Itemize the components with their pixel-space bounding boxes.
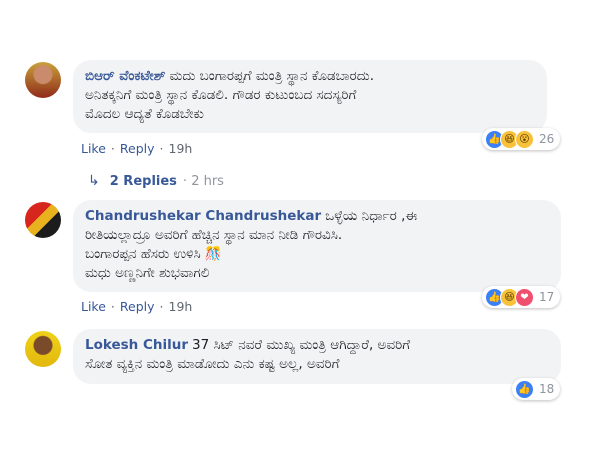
reaction-summary[interactable]: 👍 18 — [512, 378, 561, 400]
reply-arrow-icon: ↳ — [88, 173, 100, 189]
like-button[interactable]: Like — [81, 141, 106, 156]
replies-time: 2 hrs — [191, 174, 224, 189]
comment-bubble: Lokesh Chilur 37 ಸಿಟ್ ನವರೆ ಮುಖ್ಯ ಮಂತ್ರಿ ಆ… — [73, 329, 561, 384]
love-icon: ❤ — [515, 287, 534, 307]
view-replies-link[interactable]: ↳ 2 Replies · 2 hrs — [88, 173, 224, 189]
comment-actions: Like · Reply · 19h — [81, 141, 192, 156]
reaction-summary[interactable]: 👍 😆 😮 26 — [482, 128, 561, 150]
separator: · — [110, 299, 115, 314]
comment-text-line: ಬಂಗಾರಪ್ಪನ ಹೆಸರು ಉಳಿಸಿ 🎊 — [85, 246, 222, 262]
reaction-summary[interactable]: 👍 😆 ❤ 17 — [482, 286, 561, 308]
avatar[interactable] — [25, 331, 61, 367]
comment-author[interactable]: Lokesh Chilur — [85, 337, 188, 353]
replies-label[interactable]: 2 Replies — [110, 174, 177, 189]
comment-author[interactable]: ಬಿಆರ್ ವೆಂಕಟೇಶ್ — [85, 68, 166, 84]
reaction-count: 17 — [539, 290, 555, 304]
comment-text-line: 37 ಸಿಟ್ ನವರೆ ಮುಖ್ಯ ಮಂತ್ರಿ ಆಗಿದ್ದಾರೆ, ಅವರ… — [192, 337, 411, 353]
comment-text-line: ರೀತಿಯಲ್ಲಾದ್ರೂ ಅವರಿಗೆ ಹೆಚ್ಚಿನ ಸ್ಥಾನ ಮಾನ ನ… — [85, 227, 343, 243]
like-button[interactable]: Like — [81, 299, 106, 314]
like-icon: 👍 — [515, 379, 534, 399]
comment-text-line: ಸೋತ ವ್ಯಕ್ತಿನ ಮಂತ್ರಿ ಮಾಡೋದು ಎನು ಕಷ್ಟ ಅಲ್ಲ… — [85, 356, 340, 372]
comment-text-line: ಒಳ್ಳೆಯ ನಿರ್ಧಾರ ,ಈ — [325, 208, 418, 224]
separator: · — [159, 141, 164, 156]
reply-button[interactable]: Reply — [120, 299, 155, 314]
comment-text-line: ಮಧು ಅಣ್ಣನಿಗೇ ಶುಭವಾಗಲಿ — [85, 265, 210, 281]
reaction-count: 18 — [539, 382, 555, 396]
comment-text-line: ಮದು ಬಂಗಾರಪ್ಪಗೆ ಮಂತ್ರಿ ಸ್ಥಾನ ಕೊಡಬಾರದು. — [169, 68, 375, 84]
wow-icon: 😮 — [515, 129, 534, 149]
comment-actions: Like · Reply · 19h — [81, 299, 192, 314]
comment-bubble: ಬಿಆರ್ ವೆಂಕಟೇಶ್ ಮದು ಬಂಗಾರಪ್ಪಗೆ ಮಂತ್ರಿ ಸ್ಥಾ… — [73, 60, 547, 133]
comment-author[interactable]: Chandrushekar Chandrushekar — [85, 208, 321, 224]
comment-timestamp[interactable]: 19h — [169, 141, 193, 156]
separator: · — [110, 141, 115, 156]
separator: · — [182, 174, 188, 189]
separator: · — [159, 299, 164, 314]
comment-text-line: ಅನಿತಕ್ಕನಿಗೆ ಮಂತ್ರಿ ಸ್ಥಾನ ಕೊಡಲಿ. ಗೌಡರ ಕುಟ… — [85, 87, 357, 103]
reply-button[interactable]: Reply — [120, 141, 155, 156]
comment-text-line: ಮೊದಲ ಆದ್ಯತೆ ಕೊಡಬೇಕು — [85, 106, 204, 122]
reaction-count: 26 — [539, 132, 555, 146]
avatar[interactable] — [25, 62, 61, 98]
avatar[interactable] — [25, 202, 61, 238]
comment-timestamp[interactable]: 19h — [169, 299, 193, 314]
comment-bubble: Chandrushekar Chandrushekar ಒಳ್ಳೆಯ ನಿರ್ಧಾ… — [73, 200, 561, 292]
